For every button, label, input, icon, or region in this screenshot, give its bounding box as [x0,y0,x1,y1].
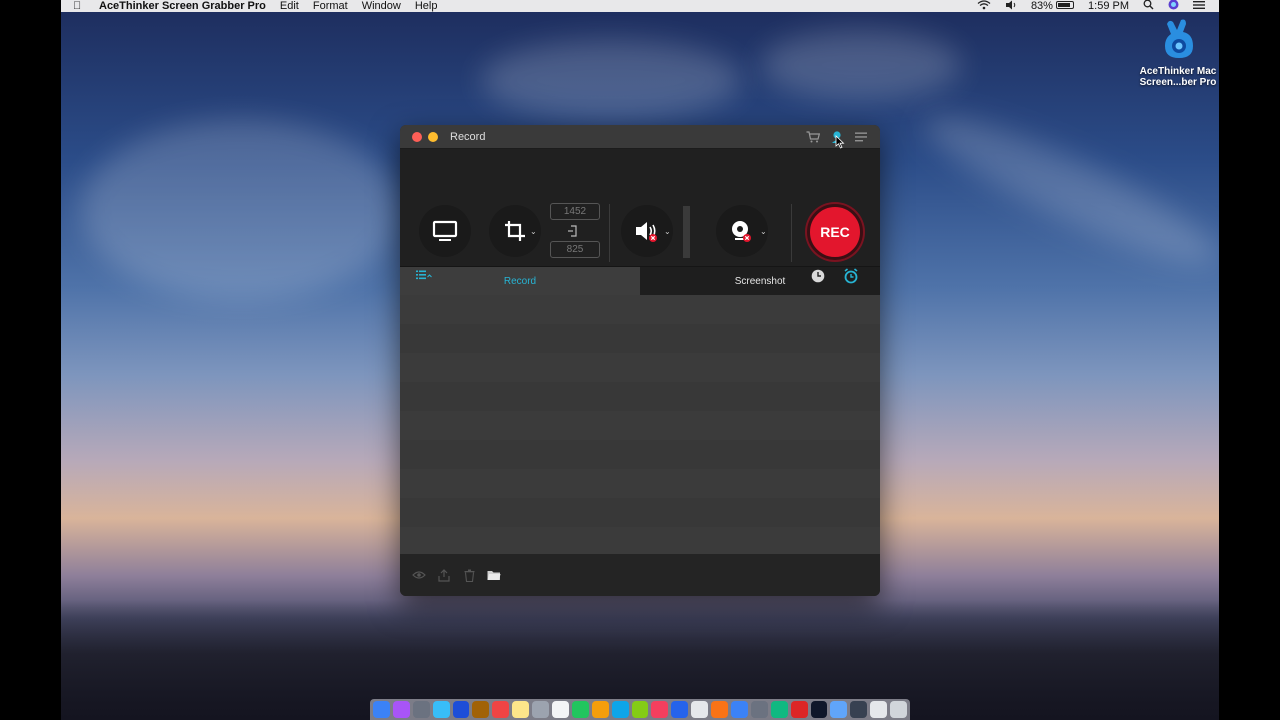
height-field[interactable]: 825 [550,241,600,258]
sound-dropdown-chevron-icon[interactable]: ⌄ [664,227,671,236]
cart-icon[interactable] [806,130,820,144]
record-window: Record ⌄ 1452 825 ⌄ ⌄ REC Record Screens… [400,125,880,596]
recordings-list[interactable] [400,295,880,554]
battery-icon[interactable] [1056,1,1075,9]
desktop-app-icon[interactable]: AceThinker Mac Screen...ber Pro [1136,18,1220,88]
menu-edit[interactable]: Edit [280,0,299,12]
region-dropdown-chevron-icon[interactable]: ⌄ [530,227,537,236]
footer-toolbar [400,554,880,596]
dock-app-icon[interactable] [770,701,788,718]
dock-app-icon[interactable] [750,701,768,718]
dock-app-icon[interactable] [691,701,709,718]
dock-app-icon[interactable] [432,701,450,718]
menu-format[interactable]: Format [313,0,348,12]
siri-icon[interactable] [1168,0,1179,12]
dock-app-icon[interactable] [611,701,629,718]
wifi-icon[interactable] [977,0,991,12]
dock [370,699,910,720]
dock-app-icon[interactable] [870,701,888,718]
fullscreen-mode-button[interactable] [419,205,471,257]
folder-icon[interactable] [487,568,501,582]
menu-help[interactable]: Help [415,0,438,12]
tab-bar: Record Screenshot [400,267,880,295]
notification-center-icon[interactable] [1193,0,1205,12]
dock-app-icon[interactable] [671,701,689,718]
menu-bar:  AceThinker Screen Grabber Pro Edit For… [61,0,1219,12]
share-icon[interactable] [437,568,451,582]
tab-record[interactable]: Record [400,267,640,295]
task-schedule-icon[interactable] [843,268,859,284]
crop-icon [505,221,525,241]
width-field[interactable]: 1452 [550,203,600,220]
dock-app-icon[interactable] [452,701,470,718]
clock-icon[interactable] [811,269,825,283]
webcam-muted-icon [732,221,751,242]
separator [609,204,610,262]
dock-app-icon[interactable] [373,701,390,718]
mouse-cursor-icon [835,135,845,149]
menu-window[interactable]: Window [362,0,401,12]
monitor-icon [432,220,458,241]
link-ratio-icon[interactable] [567,224,581,238]
acethinker-app-icon [1159,18,1197,62]
trash-icon[interactable] [462,568,476,582]
dock-app-icon[interactable] [651,701,669,718]
window-title: Record [450,130,486,143]
dock-app-icon[interactable] [392,701,410,718]
dock-app-icon[interactable] [890,701,908,718]
separator [791,204,792,262]
dock-app-icon[interactable] [532,701,550,718]
window-titlebar[interactable]: Record [400,125,880,149]
desktop-icon-label-2: Screen...ber Pro [1139,77,1217,88]
spotlight-icon[interactable] [1143,0,1154,12]
apple-menu-icon[interactable]:  [73,0,93,12]
clock[interactable]: 1:59 PM [1088,0,1129,12]
dock-app-icon[interactable] [790,701,808,718]
battery-percentage: 83% [1030,0,1053,12]
volume-slider[interactable] [683,206,690,258]
webcam-dropdown-chevron-icon[interactable]: ⌄ [760,227,767,236]
close-button[interactable] [412,131,422,142]
dock-app-icon[interactable] [512,701,530,718]
dock-app-icon[interactable] [571,701,589,718]
dock-app-icon[interactable] [591,701,609,718]
dock-app-icon[interactable] [711,701,729,718]
dock-app-icon[interactable] [810,701,828,718]
recording-controls: ⌄ 1452 825 ⌄ ⌄ REC [400,149,880,284]
dock-app-icon[interactable] [850,701,868,718]
rec-button[interactable]: REC [807,204,863,260]
minimize-button[interactable] [428,131,438,142]
dock-app-icon[interactable] [552,701,569,718]
dock-app-icon[interactable] [631,701,649,718]
options-list-icon[interactable] [416,270,432,283]
status-area: 83% 1:59 PM [977,0,1205,12]
preview-eye-icon[interactable] [412,568,426,582]
desktop-icon-label-1: AceThinker Mac [1139,66,1217,77]
dock-app-icon[interactable] [472,701,490,718]
menu-icon[interactable] [854,130,868,144]
dock-app-icon[interactable] [412,701,430,718]
dock-app-icon[interactable] [492,701,510,718]
volume-icon[interactable] [1005,0,1017,12]
dock-app-icon[interactable] [830,701,848,718]
dock-app-icon[interactable] [731,701,748,718]
app-menu[interactable]: AceThinker Screen Grabber Pro [99,0,266,12]
speaker-muted-icon [636,222,657,242]
